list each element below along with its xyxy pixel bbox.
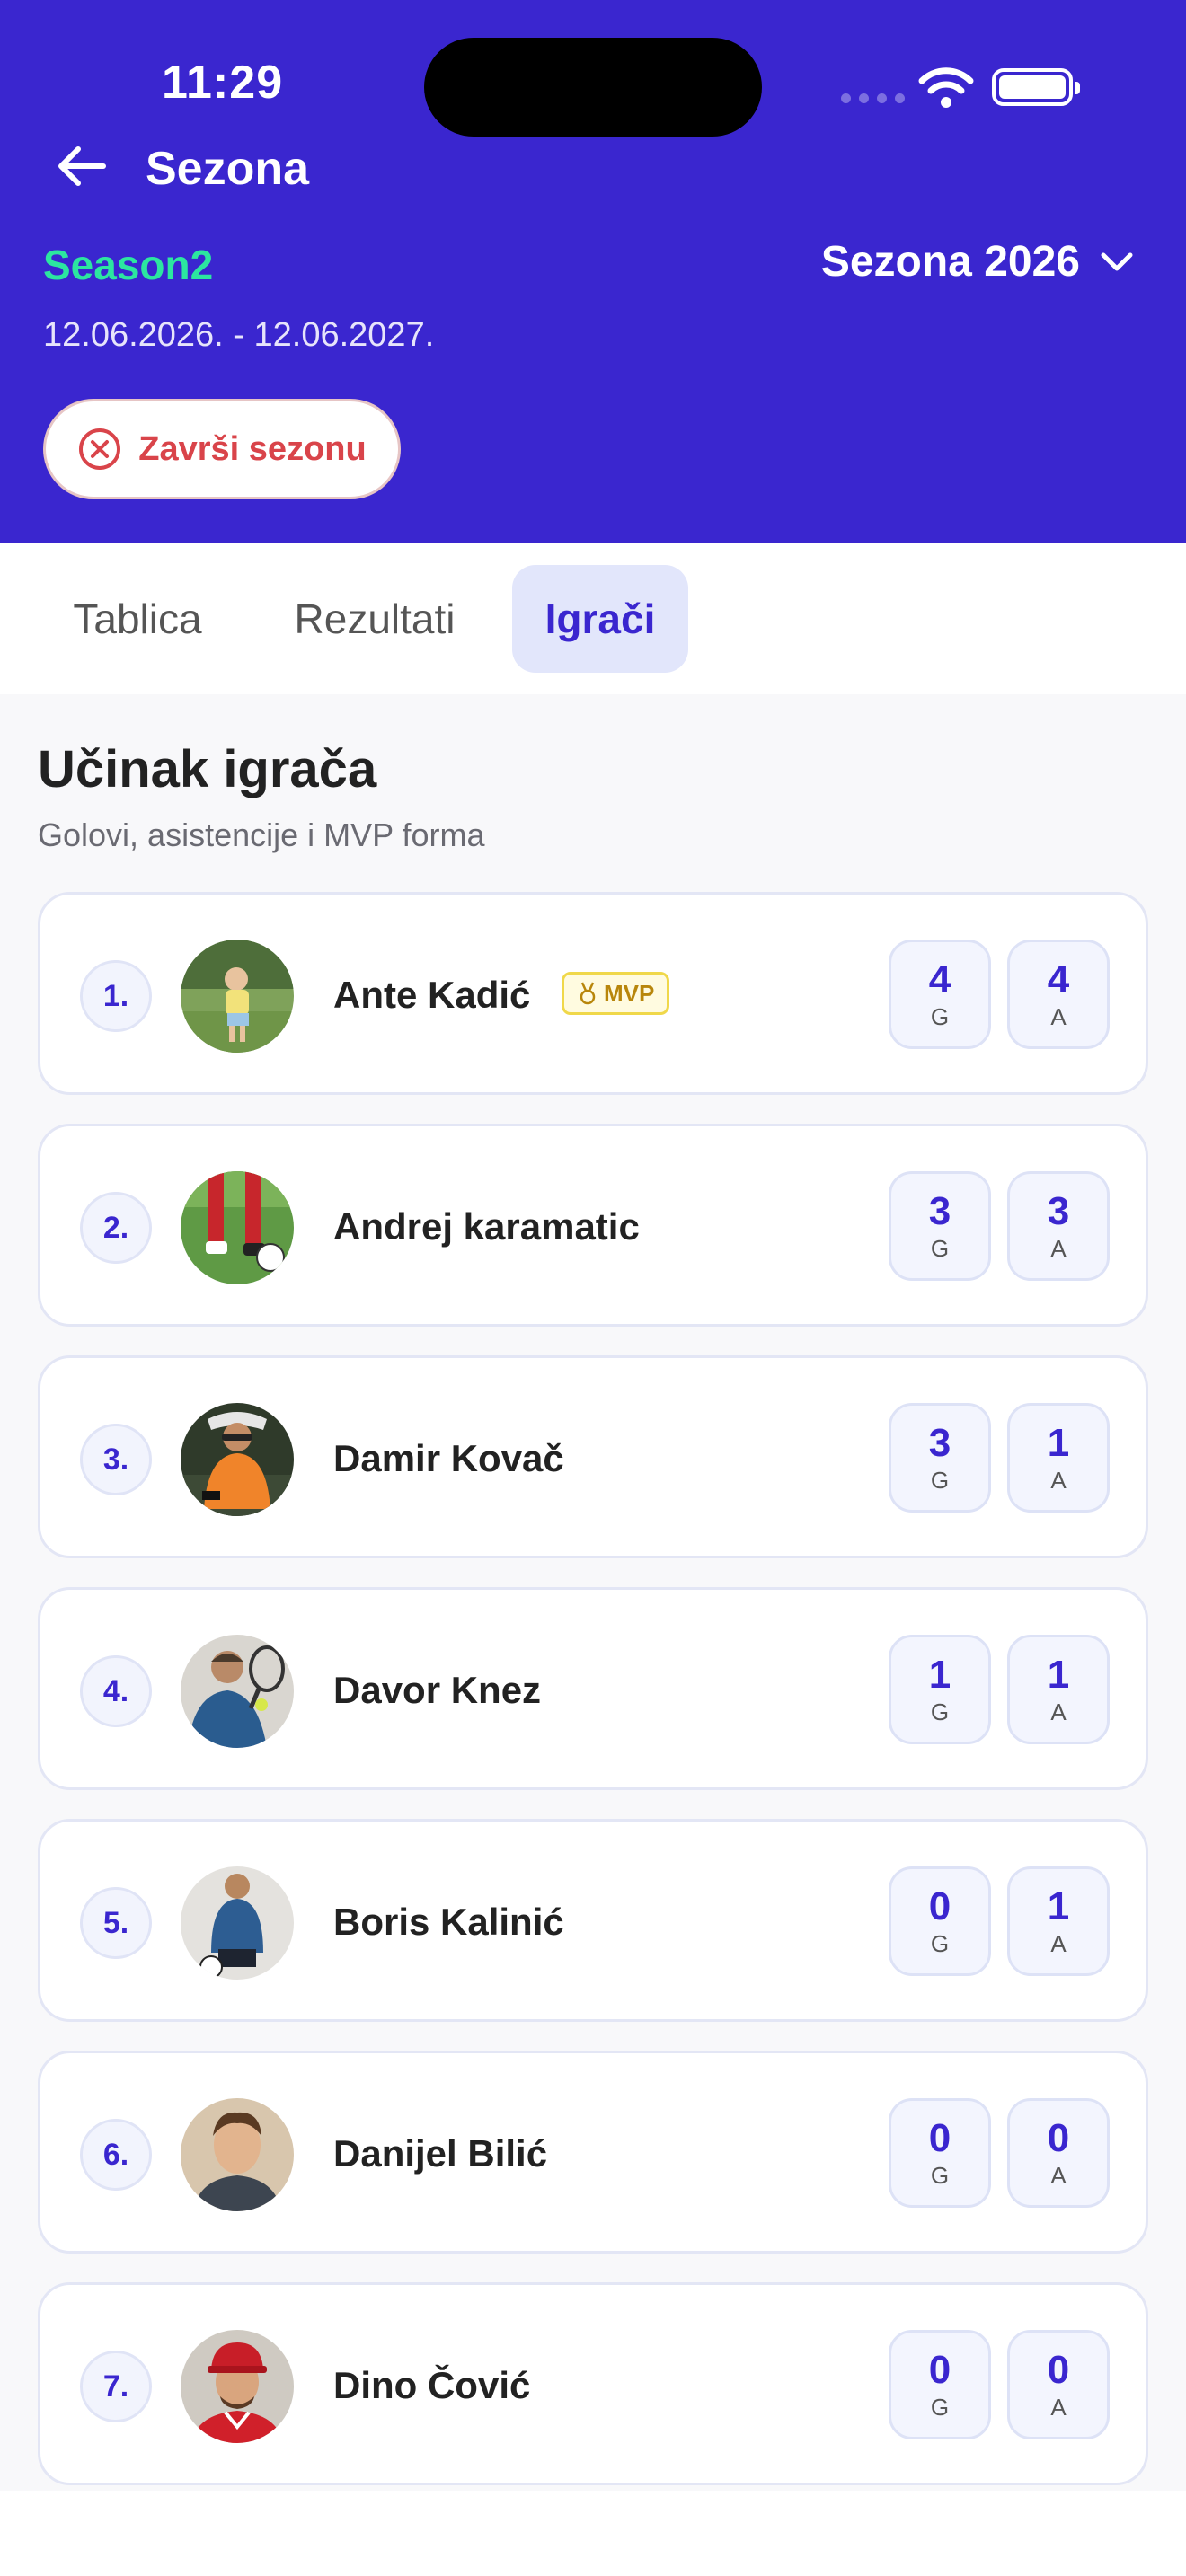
mvp-label: MVP [604, 979, 655, 1007]
player-card[interactable]: 6. Danijel Bilić 0 G 0 A [38, 2051, 1148, 2254]
chevron-down-icon [1101, 252, 1133, 270]
assists-stat: 0 A [1007, 2098, 1110, 2208]
player-name: Andrej karamatic [333, 1205, 640, 1248]
app-header: 11:29 Sezona Season2 12.06.2026. - 12.06… [0, 0, 1186, 543]
player-name: Danijel Bilić [333, 2132, 548, 2175]
goals-stat: 0 G [889, 2330, 991, 2439]
avatar [181, 940, 294, 1053]
tab-igraci[interactable]: Igrači [512, 565, 688, 673]
goals-stat: 3 G [889, 1171, 991, 1281]
goals-label: G [930, 2162, 950, 2189]
player-card[interactable]: 5. Boris Kalinić 0 G 1 A [38, 1819, 1148, 2022]
status-time: 11:29 [162, 57, 284, 109]
assists-stat: 1 A [1007, 1403, 1110, 1513]
goals-value: 3 [928, 1421, 951, 1465]
avatar [181, 1866, 294, 1980]
avatar [181, 2098, 294, 2211]
assists-stat: 0 A [1007, 2330, 1110, 2439]
goals-stat: 0 G [889, 1866, 991, 1976]
assists-value: 1 [1047, 1884, 1070, 1928]
season-selector[interactable]: Sezona 2026 [821, 237, 1134, 287]
page-title: Sezona [146, 143, 310, 195]
medal-icon [580, 982, 596, 1005]
goals-stat: 3 G [889, 1403, 991, 1513]
player-card[interactable]: 2. Andrej karamatic 3 G 3 A [38, 1124, 1148, 1327]
goals-value: 4 [928, 957, 951, 1001]
tab-tablica[interactable]: Tablica [45, 565, 230, 673]
season-selector-label: Sezona 2026 [820, 238, 1080, 286]
assists-label: A [1050, 2162, 1067, 2189]
assists-value: 3 [1047, 1189, 1070, 1233]
assists-stat: 4 A [1007, 940, 1110, 1049]
assists-stat: 1 A [1007, 1635, 1110, 1744]
player-card[interactable]: 3. Damir Kovač 3 G 1 A [38, 1355, 1148, 1558]
goals-stat: 0 G [889, 2098, 991, 2208]
back-button[interactable] [50, 139, 111, 193]
assists-value: 1 [1047, 1421, 1070, 1465]
assists-label: A [1050, 1003, 1067, 1030]
arrow-left-icon [58, 146, 106, 186]
player-rank: 3. [80, 1424, 152, 1495]
assists-stat: 3 A [1007, 1171, 1110, 1281]
assists-value: 0 [1047, 2348, 1070, 2392]
mvp-badge: MVP [562, 972, 670, 1015]
player-rank: 5. [80, 1887, 152, 1959]
assists-value: 0 [1047, 2116, 1070, 2160]
avatar [181, 2330, 294, 2443]
player-card[interactable]: 4. Davor Knez 1 G 1 A [38, 1587, 1148, 1790]
assists-label: A [1050, 1467, 1067, 1494]
assists-value: 4 [1047, 957, 1070, 1001]
goals-value: 3 [928, 1189, 951, 1233]
section-title: Učinak igrača [38, 740, 377, 798]
player-rank: 4. [80, 1655, 152, 1727]
assists-label: A [1050, 1930, 1067, 1957]
player-rank: 7. [80, 2351, 152, 2422]
dynamic-island [424, 38, 762, 137]
season-name: Season2 [43, 242, 214, 288]
season-dates: 12.06.2026. - 12.06.2027. [43, 316, 435, 354]
avatar [181, 1403, 294, 1516]
assists-label: A [1050, 2394, 1067, 2421]
player-name: Boris Kalinić [333, 1901, 564, 1943]
goals-label: G [930, 2394, 950, 2421]
goals-stat: 4 G [889, 940, 991, 1049]
close-circle-icon [79, 428, 121, 470]
battery-icon [992, 68, 1080, 106]
signal-icon [841, 93, 905, 103]
goals-value: 0 [928, 1884, 951, 1928]
section-subtitle: Golovi, asistencije i MVP forma [38, 816, 485, 853]
end-season-label: Završi sezonu [138, 429, 367, 468]
goals-value: 0 [928, 2116, 951, 2160]
tab-rezultati[interactable]: Rezultati [266, 565, 483, 673]
player-stats-section: Učinak igrača Golovi, asistencije i MVP … [0, 694, 1186, 2491]
goals-value: 1 [928, 1653, 951, 1697]
goals-value: 0 [928, 2348, 951, 2392]
avatar [181, 1635, 294, 1748]
player-name: Damir Kovač [333, 1437, 564, 1479]
player-rank: 6. [80, 2119, 152, 2191]
assists-stat: 1 A [1007, 1866, 1110, 1976]
assists-label: A [1050, 1698, 1067, 1725]
player-name: Davor Knez [333, 1669, 542, 1711]
player-card[interactable]: 7. Dino Čović 0 G 0 A [38, 2282, 1148, 2485]
wifi-icon [918, 67, 974, 108]
tab-bar: Tablica Rezultati Igrači [0, 543, 1186, 694]
end-season-button[interactable]: Završi sezonu [43, 399, 401, 499]
player-rank: 2. [80, 1192, 152, 1264]
goals-label: G [930, 1235, 950, 1262]
assists-label: A [1050, 1235, 1067, 1262]
player-name: Dino Čović [333, 2364, 531, 2406]
goals-label: G [930, 1003, 950, 1030]
goals-label: G [930, 1930, 950, 1957]
player-name: Ante Kadić [333, 974, 531, 1016]
goals-label: G [930, 1698, 950, 1725]
player-rank: 1. [80, 960, 152, 1032]
avatar [181, 1171, 294, 1284]
player-card[interactable]: 1. Ante Kadić MVP 4 G 4 A [38, 892, 1148, 1095]
goals-stat: 1 G [889, 1635, 991, 1744]
assists-value: 1 [1047, 1653, 1070, 1697]
goals-label: G [930, 1467, 950, 1494]
